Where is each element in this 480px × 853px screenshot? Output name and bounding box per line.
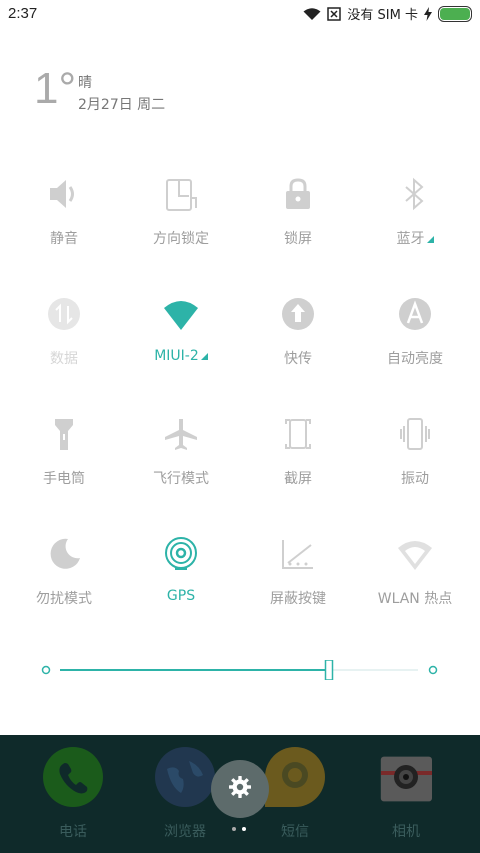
dock-label: 短信 — [281, 824, 309, 840]
weather-condition: 晴 — [78, 75, 92, 91]
tile-screenshot[interactable]: 截屏 — [243, 412, 353, 512]
airplane-icon — [159, 412, 203, 456]
tile-block-keys[interactable]: 屏蔽按键 — [243, 532, 353, 632]
tile-label: 静音 — [50, 231, 78, 247]
tile-vibrate[interactable]: 振动 — [360, 412, 470, 512]
tile-label: 截屏 — [284, 471, 312, 487]
dock-app-phone[interactable]: 电话 — [33, 735, 113, 853]
moon-icon — [42, 532, 86, 576]
status-time: 2:37 — [8, 5, 38, 22]
bluetooth-icon — [393, 172, 437, 216]
tile-label: WLAN 热点 — [377, 591, 453, 607]
browser-icon — [155, 747, 215, 807]
expand-indicator-icon — [200, 353, 208, 360]
tile-do-not-disturb[interactable]: 勿扰模式 — [9, 532, 119, 632]
messages-icon — [265, 747, 325, 807]
wifi-icon — [159, 292, 203, 336]
tile-label: 蓝牙 — [360, 228, 470, 248]
tile-label: MIUI-2 — [126, 348, 236, 364]
settings-button[interactable] — [211, 760, 269, 818]
speaker-icon — [42, 172, 86, 216]
tile-airplane-mode[interactable]: 飞行模式 — [126, 412, 236, 512]
brightness-slider[interactable] — [38, 659, 442, 681]
tile-label: 振动 — [401, 471, 429, 487]
tile-label: 锁屏 — [284, 231, 312, 247]
tile-bluetooth[interactable]: 蓝牙 — [360, 172, 470, 272]
tile-mobile-data[interactable]: 数据 — [9, 292, 119, 392]
tile-quick-transfer[interactable]: 快传 — [243, 292, 353, 392]
tile-label: 自动亮度 — [387, 351, 443, 367]
brightness-low-icon — [41, 665, 51, 675]
tile-label: 飞行模式 — [153, 471, 209, 487]
tile-lock-screen[interactable]: 锁屏 — [243, 172, 353, 272]
brightness-thumb[interactable] — [324, 659, 334, 681]
battery-icon — [438, 5, 472, 22]
vibrate-icon — [393, 412, 437, 456]
camera-icon — [376, 747, 436, 807]
expand-indicator-icon — [426, 236, 434, 243]
charging-icon — [424, 6, 432, 21]
tile-wifi[interactable]: MIUI-2 — [126, 292, 236, 392]
gear-icon — [228, 775, 252, 803]
gps-icon — [159, 532, 203, 576]
quick-transfer-icon — [276, 292, 320, 336]
page-indicator — [232, 827, 246, 831]
lock-icon — [276, 172, 320, 216]
auto-brightness-icon — [393, 292, 437, 336]
tile-flashlight[interactable]: 手电筒 — [9, 412, 119, 512]
tile-silent[interactable]: 静音 — [9, 172, 119, 272]
dock-label: 浏览器 — [164, 824, 206, 840]
phone-icon — [43, 747, 103, 807]
wifi-signal-icon — [303, 7, 321, 21]
dock-label: 电话 — [59, 824, 87, 840]
tile-gps[interactable]: GPS — [126, 532, 236, 632]
battery-fill — [440, 7, 470, 20]
tile-auto-brightness[interactable]: 自动亮度 — [360, 292, 470, 392]
block-keys-icon — [276, 532, 320, 576]
page-dot — [232, 827, 236, 831]
page-dot-active — [242, 827, 246, 831]
status-bar: 2:37 没有 SIM 卡 — [0, 0, 480, 28]
tile-label: GPS — [166, 588, 196, 604]
no-sim-text: 没有 SIM 卡 — [347, 8, 418, 23]
tile-wlan-hotspot[interactable]: WLAN 热点 — [360, 532, 470, 632]
tile-label: 手电筒 — [43, 471, 85, 487]
no-sim-icon — [327, 6, 342, 21]
tile-label: 数据 — [50, 351, 78, 367]
tile-label: 勿扰模式 — [36, 591, 92, 607]
tile-label: 屏蔽按键 — [270, 591, 326, 607]
dock-label: 相机 — [392, 824, 420, 840]
status-icons: 没有 SIM 卡 — [303, 4, 472, 23]
tile-rotation-lock[interactable]: 方向锁定 — [126, 172, 236, 272]
dock-app-camera[interactable]: 相机 — [366, 735, 446, 853]
hotspot-icon — [393, 532, 437, 576]
mobile-data-icon — [42, 292, 86, 336]
rotation-lock-icon — [159, 172, 203, 216]
weather-date: 2月27日 周二 — [78, 97, 166, 113]
tile-label: 快传 — [284, 351, 312, 367]
brightness-high-icon — [428, 665, 438, 675]
flashlight-icon — [42, 412, 86, 456]
screenshot-icon — [276, 412, 320, 456]
tile-label: 方向锁定 — [153, 231, 209, 247]
temperature: 1° — [34, 64, 77, 113]
